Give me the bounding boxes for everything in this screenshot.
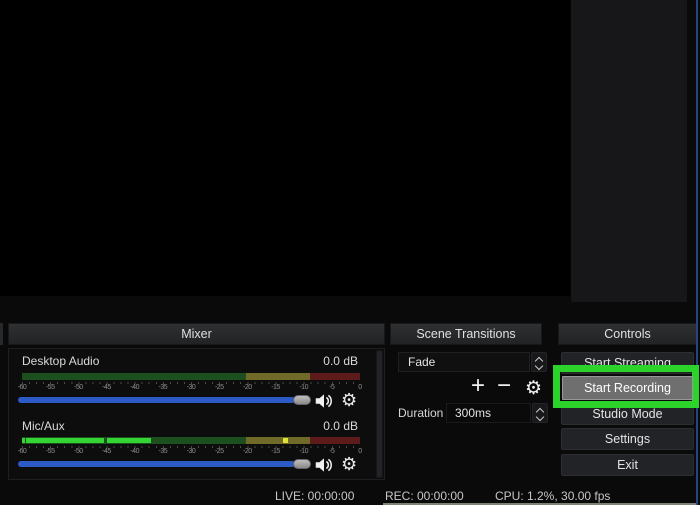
mixer-title: Mixer xyxy=(181,327,212,341)
mixer-header: Mixer xyxy=(8,323,385,345)
scale-tick: -40 xyxy=(130,448,139,455)
transition-select[interactable]: Fade xyxy=(398,352,530,372)
scale-tick: -20 xyxy=(243,384,252,391)
scale-tick: -35 xyxy=(159,384,168,391)
slider-handle[interactable] xyxy=(293,395,311,405)
channel-settings-gear-icon[interactable]: ⚙ xyxy=(341,390,357,410)
scale-tick: 0 xyxy=(358,448,361,455)
volume-slider-mic[interactable] xyxy=(18,461,311,467)
controls-title: Controls xyxy=(604,327,651,341)
speaker-icon[interactable] xyxy=(313,454,335,476)
duration-value: 300ms xyxy=(455,406,491,420)
channel-volume-db: 0.0 dB xyxy=(323,354,358,368)
preview-side-panel xyxy=(570,0,687,302)
channel-volume-db: 0.0 dB xyxy=(323,419,358,433)
scale-tick: -30 xyxy=(187,448,196,455)
obs-window: Mixer Desktop Audio 0.0 dB -60 -55 -50 -… xyxy=(0,0,700,505)
scale-tick: -25 xyxy=(215,384,224,391)
scale-tick: -25 xyxy=(215,448,224,455)
preview-canvas xyxy=(0,0,570,296)
mixer-scrollbar[interactable] xyxy=(376,350,383,478)
window-edge-line xyxy=(696,0,698,505)
scale-tick: -10 xyxy=(299,448,308,455)
scale-tick: -15 xyxy=(271,448,280,455)
scale-tick: -40 xyxy=(130,384,139,391)
audio-meter-mic xyxy=(22,437,360,444)
scale-tick: -20 xyxy=(243,448,252,455)
settings-button[interactable]: Settings xyxy=(561,428,694,450)
meter-scale: -60 -55 -50 -45 -40 -35 -30 -25 -20 -15 … xyxy=(22,382,360,393)
scale-tick: -50 xyxy=(74,384,83,391)
panel-header-fragment xyxy=(0,323,3,345)
scale-tick: -30 xyxy=(187,384,196,391)
exit-button[interactable]: Exit xyxy=(561,454,694,476)
meter-scale: -60 -55 -50 -45 -40 -35 -30 -25 -20 -15 … xyxy=(22,446,360,457)
audio-meter-desktop xyxy=(22,373,360,380)
scale-tick: -15 xyxy=(271,384,280,391)
scale-tick: -55 xyxy=(46,384,55,391)
slider-fill xyxy=(18,461,295,467)
scale-tick: -45 xyxy=(102,448,111,455)
slider-handle[interactable] xyxy=(293,459,311,469)
scale-tick: -10 xyxy=(299,384,308,391)
scale-tick: -35 xyxy=(159,448,168,455)
scale-tick: -55 xyxy=(46,448,55,455)
slider-fill xyxy=(18,397,295,403)
duration-label: Duration xyxy=(398,406,443,420)
scale-tick: -45 xyxy=(102,384,111,391)
scene-transitions-header: Scene Transitions xyxy=(390,323,542,345)
chevron-down-icon[interactable] xyxy=(536,413,544,421)
scale-tick: 0 xyxy=(358,384,361,391)
rec-timer: REC: 00:00:00 xyxy=(385,489,464,503)
mixer-panel: Desktop Audio 0.0 dB -60 -55 -50 -45 -40… xyxy=(8,348,385,480)
live-timer: LIVE: 00:00:00 xyxy=(275,489,354,503)
scene-transitions-title: Scene Transitions xyxy=(416,327,515,341)
channel-name-mic-aux: Mic/Aux xyxy=(22,419,65,433)
duration-input[interactable]: 300ms xyxy=(446,403,531,423)
scrollbar-thumb[interactable] xyxy=(377,351,382,477)
transition-select-spinner[interactable] xyxy=(531,352,547,372)
start-recording-button[interactable]: Start Recording xyxy=(562,376,693,400)
scale-tick: -60 xyxy=(18,384,27,391)
transition-selected-value: Fade xyxy=(408,355,435,369)
transition-properties-gear-icon[interactable]: ⚙ xyxy=(525,377,542,401)
add-transition-button[interactable]: + xyxy=(471,374,485,398)
scale-tick: -60 xyxy=(18,448,27,455)
speaker-icon[interactable] xyxy=(313,390,335,412)
cpu-fps-stats: CPU: 1.2%, 30.00 fps xyxy=(495,489,610,503)
chevron-down-icon[interactable] xyxy=(535,362,543,370)
controls-header: Controls xyxy=(558,323,697,345)
channel-name-desktop-audio: Desktop Audio xyxy=(22,354,99,368)
channel-settings-gear-icon[interactable]: ⚙ xyxy=(341,454,357,474)
remove-transition-button[interactable]: − xyxy=(497,374,511,398)
duration-spinner[interactable] xyxy=(532,403,548,423)
scale-tick: -50 xyxy=(74,448,83,455)
volume-slider-desktop[interactable] xyxy=(18,397,311,403)
